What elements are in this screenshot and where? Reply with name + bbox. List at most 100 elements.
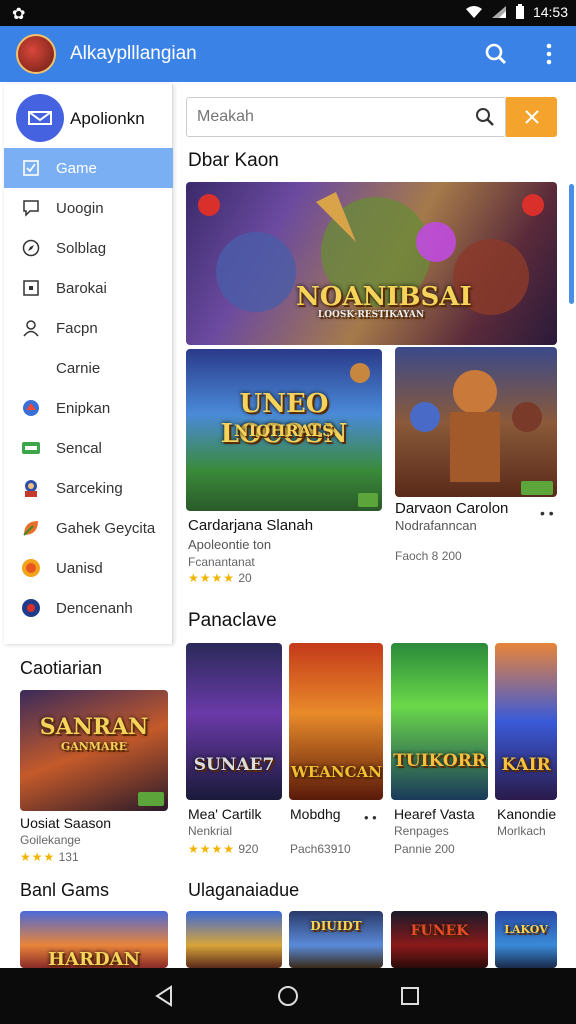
drawer-item-uanisd[interactable]: Uanisd bbox=[4, 548, 173, 588]
card-art-title: DIUIDT bbox=[310, 919, 362, 933]
card-title[interactable]: Darvaon Carolon bbox=[395, 500, 508, 517]
popular-card-3-art[interactable]: TUIKORR bbox=[391, 643, 488, 800]
back-icon[interactable] bbox=[150, 982, 178, 1010]
rating-count: 920 bbox=[238, 842, 259, 856]
upcoming-card-4-art[interactable]: LAKOV bbox=[495, 911, 557, 968]
card-subtitle: Nodrafanncan bbox=[395, 518, 477, 533]
drawer-item-carnie[interactable]: Carnie bbox=[4, 348, 173, 388]
card-art-title: HARDAN bbox=[48, 949, 140, 968]
app-bar: Alkayplllangian bbox=[0, 26, 576, 82]
app-title: Alkayplllangian bbox=[70, 43, 197, 64]
rating: ★★★★ 20 bbox=[188, 571, 252, 585]
card-art-title: FUNEK bbox=[410, 923, 469, 939]
left-card-art[interactable]: SANRAN GANMARE bbox=[20, 690, 168, 811]
drawer-item-sarceking[interactable]: Sarceking bbox=[4, 468, 173, 508]
drawer-item-label: Uoogin bbox=[56, 199, 104, 217]
search-input[interactable] bbox=[197, 106, 467, 128]
section-title-best-games: Banl Gams bbox=[20, 880, 110, 900]
close-icon bbox=[524, 110, 539, 124]
best-game-card-art[interactable]: HARDAN bbox=[20, 911, 168, 968]
scrollbar[interactable] bbox=[569, 184, 574, 304]
character-icon bbox=[20, 477, 42, 499]
chat-icon bbox=[20, 197, 42, 219]
drawer-item-sencal[interactable]: Sencal bbox=[4, 428, 173, 468]
banner-title: NOANIBSAI bbox=[296, 282, 472, 312]
card-title[interactable]: Mobdhg bbox=[290, 806, 341, 822]
notification-icon: ✿ bbox=[12, 6, 26, 23]
game-icon bbox=[20, 397, 42, 419]
drawer-item-label: Carnie bbox=[56, 359, 101, 377]
drawer-item-barokai[interactable]: Barokai bbox=[4, 268, 173, 308]
upcoming-card-2-art[interactable]: DIUIDT bbox=[289, 911, 383, 968]
status-bar: ✿ 14:53 bbox=[0, 0, 576, 26]
upcoming-card-3-art[interactable]: FUNEK bbox=[391, 911, 488, 968]
card-title[interactable]: Kanondie bbox=[497, 806, 556, 822]
card-subtitle: Renpages bbox=[394, 824, 449, 838]
card-art-title: UNEO LOCOSN bbox=[220, 389, 348, 449]
featured-card-1-art[interactable]: UNEO LOCOSN NIOHRALS bbox=[186, 349, 382, 511]
app-logo-icon bbox=[16, 94, 64, 142]
more-options-icon[interactable]: • • bbox=[540, 505, 554, 521]
popular-card-1-art[interactable]: SUNAE7 bbox=[186, 643, 282, 800]
upcoming-card-1-art[interactable] bbox=[186, 911, 282, 968]
section-title-left-list: Caotiarian bbox=[20, 658, 103, 678]
card-title[interactable]: Mea' Cartilk bbox=[188, 806, 261, 822]
card-art-title: SUNAE7 bbox=[193, 755, 275, 775]
featured-banner[interactable]: NOANIBSAI LOOSK·RESTIKAYAN bbox=[186, 182, 557, 345]
favorite-badge-icon[interactable] bbox=[522, 194, 544, 216]
install-badge-icon bbox=[521, 481, 553, 495]
drawer-item-uoogin[interactable]: Uoogin bbox=[4, 188, 173, 228]
popular-card-4-art[interactable]: KAIR bbox=[495, 643, 557, 800]
globe-icon bbox=[20, 597, 42, 619]
leaf-icon bbox=[20, 517, 42, 539]
card-subtitle: Goilekange bbox=[20, 833, 81, 847]
drawer-item-dencenanh[interactable]: Dencenanh bbox=[4, 588, 173, 628]
card-title[interactable]: Hearef Vasta bbox=[394, 806, 475, 822]
recents-icon[interactable] bbox=[396, 982, 424, 1010]
drawer-item-label: Uanisd bbox=[56, 559, 103, 577]
drawer-item-label: Enipkan bbox=[56, 399, 111, 417]
drawer-item-label: Facpn bbox=[56, 319, 98, 337]
grid-icon bbox=[20, 277, 42, 299]
compass-icon bbox=[20, 237, 42, 259]
drawer-header: Apolionkn bbox=[4, 84, 172, 146]
more-options-icon[interactable]: • • bbox=[364, 810, 377, 825]
star-rating: ★★★ bbox=[20, 850, 56, 864]
search-icon[interactable] bbox=[475, 107, 495, 127]
drawer-item-label: Sencal bbox=[56, 439, 102, 457]
search-icon[interactable] bbox=[482, 40, 510, 68]
banner-art bbox=[216, 192, 529, 315]
drawer-item-gahek-geycita[interactable]: Gahek Geycita bbox=[4, 508, 173, 548]
banner-subtitle: LOOSK·RESTIKAYAN bbox=[317, 310, 425, 320]
popular-card-2-art[interactable]: WEANCAN bbox=[289, 643, 383, 800]
hot-badge-icon bbox=[198, 194, 220, 216]
card-art-title: WEANCAN bbox=[291, 763, 382, 781]
drawer-item-label: Sarceking bbox=[56, 479, 123, 497]
drawer-item-solblag[interactable]: Solblag bbox=[4, 228, 173, 268]
card-subtitle: Nenkrial bbox=[188, 824, 233, 838]
wifi-icon bbox=[465, 6, 482, 18]
signal-icon bbox=[491, 6, 506, 18]
card-subtitle: Morlkach bbox=[497, 824, 546, 838]
drawer-item-enipkan[interactable]: Enipkan bbox=[4, 388, 173, 428]
clear-search-button[interactable] bbox=[506, 97, 557, 137]
avatar[interactable] bbox=[16, 34, 56, 74]
home-icon[interactable] bbox=[274, 982, 302, 1010]
battery-icon bbox=[515, 4, 524, 19]
card-art bbox=[410, 370, 542, 482]
card-title[interactable]: Cardarjana Slanah bbox=[188, 517, 313, 534]
card-art-title: LAKOV bbox=[504, 923, 548, 936]
section-title-featured: Dbar Kaon bbox=[188, 150, 279, 171]
install-badge-icon bbox=[358, 493, 378, 507]
drawer-item-facpn[interactable]: Facpn bbox=[4, 308, 173, 348]
card-meta: Pach63910 bbox=[290, 842, 351, 856]
featured-card-2-art[interactable] bbox=[395, 347, 557, 497]
card-meta: Faoch 8 200 bbox=[395, 549, 462, 563]
drawer-item-label: Dencenanh bbox=[56, 599, 133, 617]
section-title-upcoming: Ulaganaiadue bbox=[188, 880, 300, 900]
drawer-item-game[interactable]: Game bbox=[4, 148, 173, 188]
more-vert-icon[interactable] bbox=[535, 40, 563, 68]
controller-icon bbox=[20, 437, 42, 459]
card-title[interactable]: Uosiat Saason bbox=[20, 815, 111, 831]
rating-count: 131 bbox=[58, 850, 79, 864]
